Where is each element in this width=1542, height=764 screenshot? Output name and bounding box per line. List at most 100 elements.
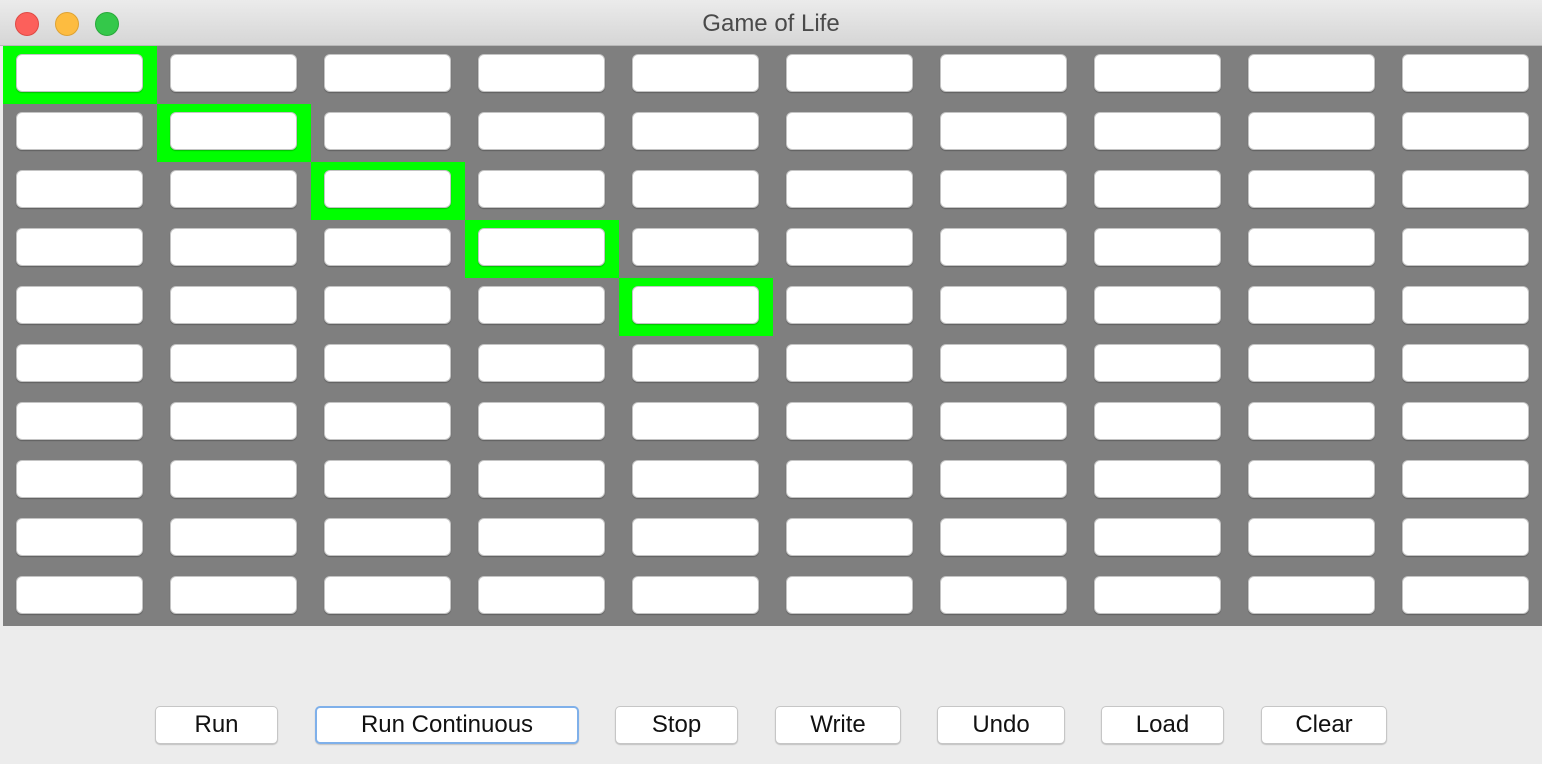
cell-toggle-button[interactable] bbox=[170, 286, 297, 324]
cell-toggle-button[interactable] bbox=[1248, 460, 1375, 498]
cell-toggle-button[interactable] bbox=[632, 54, 759, 92]
cell-toggle-button[interactable] bbox=[1248, 286, 1375, 324]
cell-toggle-button[interactable] bbox=[786, 402, 913, 440]
cell-toggle-button[interactable] bbox=[478, 518, 605, 556]
cell-toggle-button[interactable] bbox=[324, 402, 451, 440]
cell-toggle-button[interactable] bbox=[1094, 54, 1221, 92]
cell-toggle-button[interactable] bbox=[632, 112, 759, 150]
cell-toggle-button[interactable] bbox=[478, 112, 605, 150]
cell-toggle-button[interactable] bbox=[170, 518, 297, 556]
undo-button[interactable]: Undo bbox=[937, 706, 1065, 744]
cell-toggle-button[interactable] bbox=[940, 112, 1067, 150]
cell-toggle-button[interactable] bbox=[786, 54, 913, 92]
cell-toggle-button[interactable] bbox=[170, 460, 297, 498]
cell-toggle-button[interactable] bbox=[1094, 402, 1221, 440]
cell-toggle-button[interactable] bbox=[16, 112, 143, 150]
cell-toggle-button[interactable] bbox=[16, 228, 143, 266]
cell-toggle-button[interactable] bbox=[170, 54, 297, 92]
cell-toggle-button[interactable] bbox=[1402, 170, 1529, 208]
cell-toggle-button[interactable] bbox=[1094, 344, 1221, 382]
cell-toggle-button[interactable] bbox=[1402, 54, 1529, 92]
cell-toggle-button[interactable] bbox=[170, 402, 297, 440]
cell-toggle-button[interactable] bbox=[632, 518, 759, 556]
cell-toggle-button[interactable] bbox=[324, 576, 451, 614]
stop-button[interactable]: Stop bbox=[615, 706, 738, 744]
cell-toggle-button[interactable] bbox=[1094, 170, 1221, 208]
cell-toggle-button[interactable] bbox=[940, 286, 1067, 324]
cell-toggle-button[interactable] bbox=[1248, 402, 1375, 440]
cell-toggle-button[interactable] bbox=[1402, 460, 1529, 498]
cell-toggle-button[interactable] bbox=[16, 286, 143, 324]
cell-toggle-button[interactable] bbox=[1402, 286, 1529, 324]
cell-toggle-button[interactable] bbox=[1402, 344, 1529, 382]
cell-toggle-button[interactable] bbox=[478, 576, 605, 614]
cell-toggle-button[interactable] bbox=[478, 460, 605, 498]
load-button[interactable]: Load bbox=[1101, 706, 1224, 744]
cell-toggle-button[interactable] bbox=[324, 518, 451, 556]
cell-toggle-button[interactable] bbox=[324, 228, 451, 266]
cell-toggle-button[interactable] bbox=[324, 286, 451, 324]
cell-toggle-button[interactable] bbox=[1248, 576, 1375, 614]
cell-toggle-button[interactable] bbox=[1248, 344, 1375, 382]
run-continuous-button[interactable]: Run Continuous bbox=[315, 706, 579, 744]
cell-toggle-button[interactable] bbox=[1094, 460, 1221, 498]
cell-toggle-button[interactable] bbox=[940, 344, 1067, 382]
cell-toggle-button[interactable] bbox=[170, 576, 297, 614]
cell-toggle-button[interactable] bbox=[940, 54, 1067, 92]
cell-toggle-button[interactable] bbox=[1248, 112, 1375, 150]
cell-toggle-button[interactable] bbox=[786, 576, 913, 614]
cell-toggle-button[interactable] bbox=[478, 54, 605, 92]
cell-toggle-button[interactable] bbox=[170, 170, 297, 208]
cell-toggle-button[interactable] bbox=[1402, 518, 1529, 556]
cell-toggle-button[interactable] bbox=[632, 286, 759, 324]
cell-toggle-button[interactable] bbox=[16, 344, 143, 382]
cell-toggle-button[interactable] bbox=[1094, 286, 1221, 324]
cell-toggle-button[interactable] bbox=[1094, 228, 1221, 266]
cell-toggle-button[interactable] bbox=[16, 518, 143, 556]
cell-toggle-button[interactable] bbox=[940, 228, 1067, 266]
cell-toggle-button[interactable] bbox=[940, 518, 1067, 556]
cell-toggle-button[interactable] bbox=[1402, 228, 1529, 266]
cell-toggle-button[interactable] bbox=[170, 344, 297, 382]
cell-toggle-button[interactable] bbox=[940, 170, 1067, 208]
cell-toggle-button[interactable] bbox=[170, 112, 297, 150]
cell-toggle-button[interactable] bbox=[478, 286, 605, 324]
cell-toggle-button[interactable] bbox=[1248, 518, 1375, 556]
cell-toggle-button[interactable] bbox=[786, 286, 913, 324]
cell-toggle-button[interactable] bbox=[632, 576, 759, 614]
cell-toggle-button[interactable] bbox=[16, 54, 143, 92]
cell-toggle-button[interactable] bbox=[632, 402, 759, 440]
cell-toggle-button[interactable] bbox=[1248, 170, 1375, 208]
cell-toggle-button[interactable] bbox=[1094, 112, 1221, 150]
cell-toggle-button[interactable] bbox=[324, 170, 451, 208]
cell-toggle-button[interactable] bbox=[16, 460, 143, 498]
cell-toggle-button[interactable] bbox=[16, 402, 143, 440]
cell-toggle-button[interactable] bbox=[786, 228, 913, 266]
cell-toggle-button[interactable] bbox=[940, 460, 1067, 498]
cell-toggle-button[interactable] bbox=[786, 112, 913, 150]
cell-toggle-button[interactable] bbox=[324, 54, 451, 92]
cell-toggle-button[interactable] bbox=[478, 402, 605, 440]
cell-toggle-button[interactable] bbox=[940, 576, 1067, 614]
cell-toggle-button[interactable] bbox=[1402, 576, 1529, 614]
cell-toggle-button[interactable] bbox=[324, 112, 451, 150]
cell-toggle-button[interactable] bbox=[1402, 402, 1529, 440]
cell-toggle-button[interactable] bbox=[786, 460, 913, 498]
cell-toggle-button[interactable] bbox=[478, 344, 605, 382]
cell-toggle-button[interactable] bbox=[632, 170, 759, 208]
cell-toggle-button[interactable] bbox=[324, 460, 451, 498]
write-button[interactable]: Write bbox=[775, 706, 901, 744]
cell-toggle-button[interactable] bbox=[786, 170, 913, 208]
cell-toggle-button[interactable] bbox=[786, 518, 913, 556]
cell-toggle-button[interactable] bbox=[16, 576, 143, 614]
run-button[interactable]: Run bbox=[155, 706, 278, 744]
cell-toggle-button[interactable] bbox=[1402, 112, 1529, 150]
clear-button[interactable]: Clear bbox=[1261, 706, 1387, 744]
cell-toggle-button[interactable] bbox=[170, 228, 297, 266]
cell-toggle-button[interactable] bbox=[632, 344, 759, 382]
cell-toggle-button[interactable] bbox=[324, 344, 451, 382]
cell-toggle-button[interactable] bbox=[478, 228, 605, 266]
cell-toggle-button[interactable] bbox=[1248, 228, 1375, 266]
cell-toggle-button[interactable] bbox=[1094, 518, 1221, 556]
cell-toggle-button[interactable] bbox=[1094, 576, 1221, 614]
